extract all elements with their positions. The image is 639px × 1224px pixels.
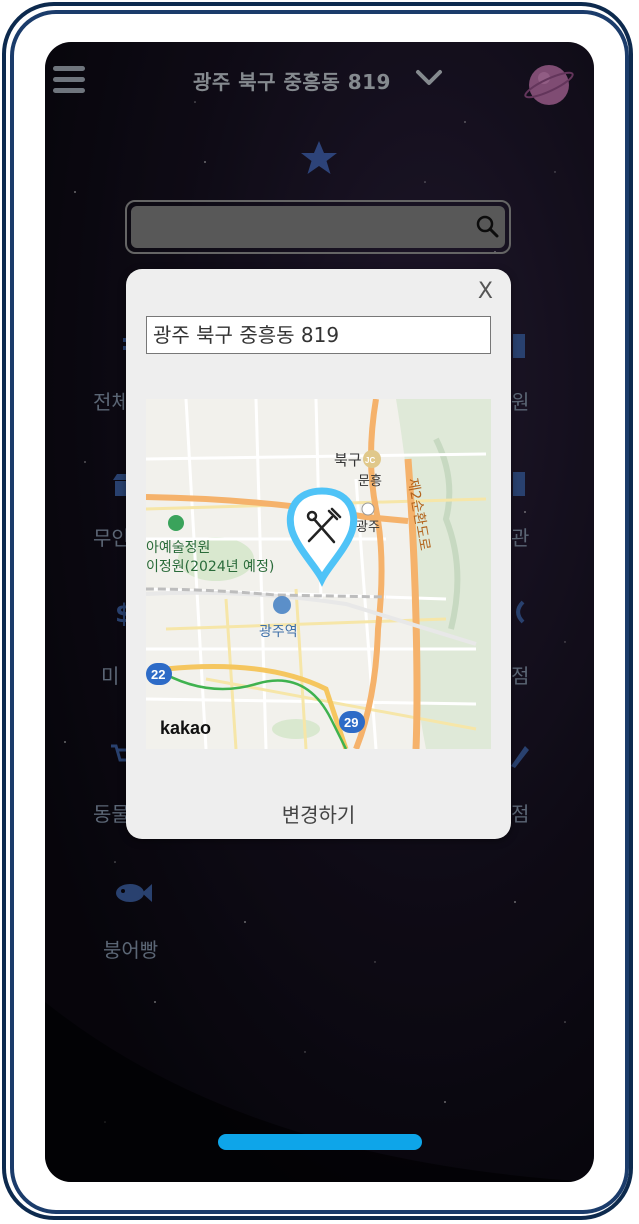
kakao-map[interactable]: 22 29 JC 북구 문흥 광주 아예술정원 이정원(2024년 예정) 광주… (146, 399, 491, 749)
art-garden-label-1: 아예술정원 (146, 540, 210, 556)
route-29-label: 29 (344, 715, 358, 730)
gwangju-station-label: 광주역 (259, 624, 298, 640)
confirm-change-button[interactable]: 변경하기 (126, 799, 511, 828)
close-button[interactable]: X (478, 279, 493, 304)
map-graphic[interactable]: 22 29 JC 북구 문흥 광주 아예술정원 이정원(2024년 예정) 광주… (146, 399, 491, 749)
bukgu-label: 북구 (334, 451, 362, 469)
gwangju-short-label: 광주 (356, 520, 380, 535)
route-22-label: 22 (151, 667, 165, 682)
address-change-modal: X 광주 북구 중흥동 819 22 29 JC 북구 문흥 광주 아예술정원 … (126, 269, 511, 839)
home-indicator[interactable] (218, 1134, 422, 1150)
kakao-logo: kakao (160, 718, 212, 738)
munheung-label: 문흥 (358, 474, 382, 489)
address-input[interactable]: 광주 북구 중흥동 819 (146, 316, 491, 354)
jc-label: JC (365, 456, 375, 465)
location-pin-icon[interactable] (286, 487, 358, 587)
art-garden-label-2: 이정원(2024년 예정) (146, 559, 274, 575)
